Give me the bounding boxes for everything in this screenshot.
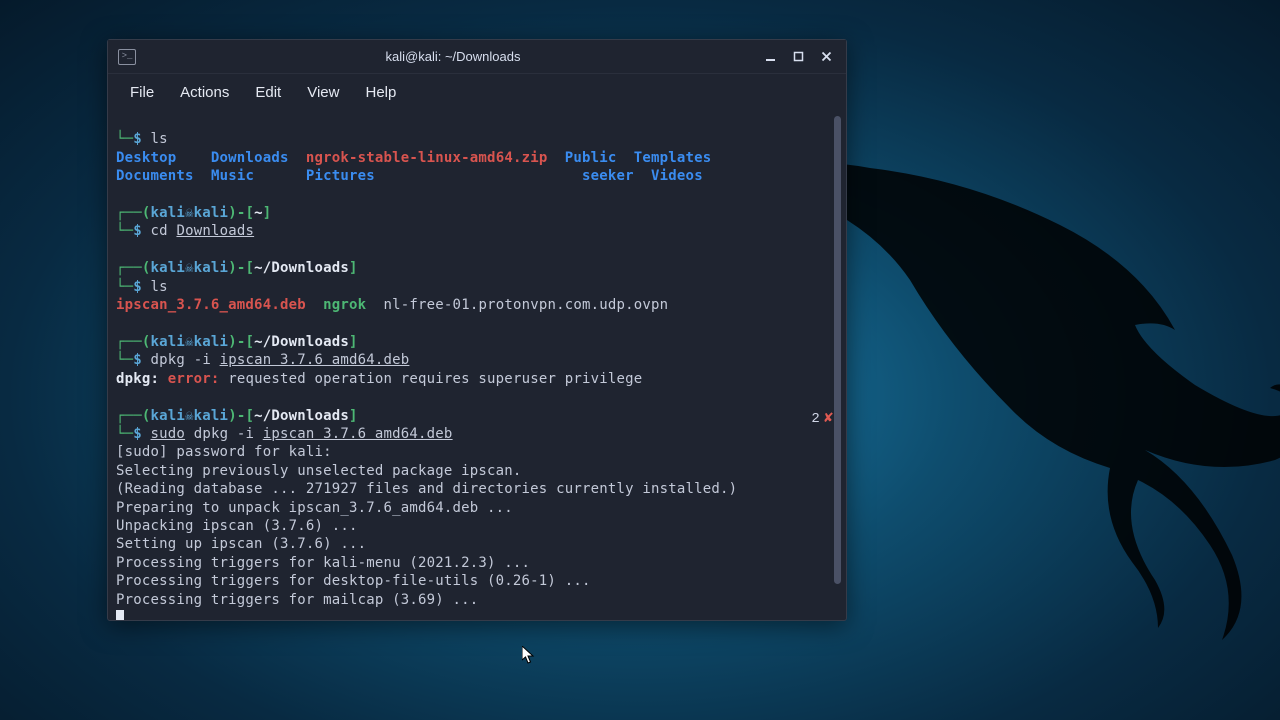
terminal-window: >_ kali@kali: ~/Downloads File Actions E… <box>107 39 847 621</box>
close-button[interactable] <box>816 47 836 67</box>
exit-status-icon: ✘ <box>823 410 834 428</box>
mouse-cursor <box>522 646 538 666</box>
terminal-icon: >_ <box>118 49 136 65</box>
terminal-body[interactable]: └─$ ls Desktop Downloads ngrok-stable-li… <box>108 110 846 620</box>
menu-edit[interactable]: Edit <box>243 78 293 107</box>
menu-file[interactable]: File <box>118 78 166 107</box>
menu-view[interactable]: View <box>295 78 351 107</box>
scrollbar[interactable] <box>834 116 841 584</box>
menu-actions[interactable]: Actions <box>168 78 241 107</box>
exit-code: 2 <box>811 410 820 428</box>
menubar: File Actions Edit View Help <box>108 74 846 110</box>
cursor <box>116 610 124 620</box>
window-title: kali@kali: ~/Downloads <box>146 49 760 64</box>
menu-help[interactable]: Help <box>353 78 408 107</box>
maximize-button[interactable] <box>788 47 808 67</box>
titlebar[interactable]: >_ kali@kali: ~/Downloads <box>108 40 846 74</box>
minimize-button[interactable] <box>760 47 780 67</box>
